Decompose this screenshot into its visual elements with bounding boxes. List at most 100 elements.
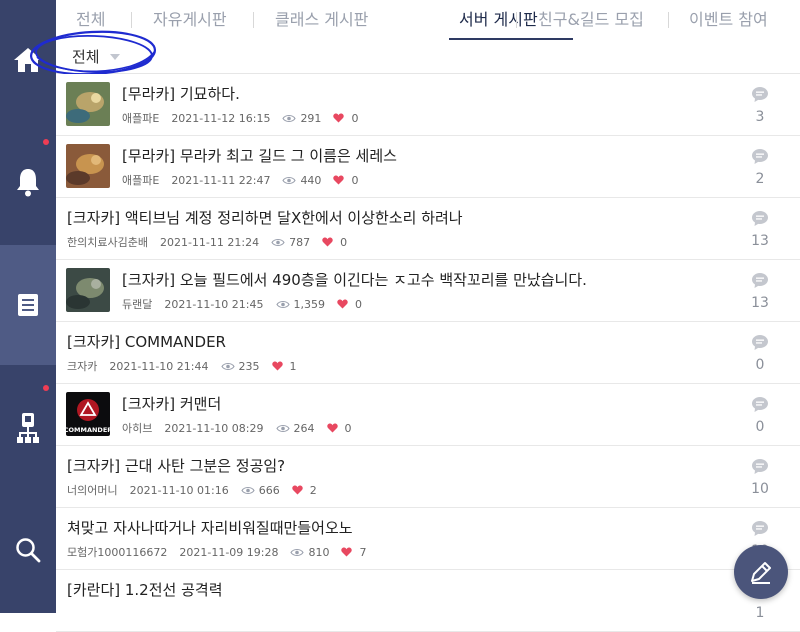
view-count: 264 [293, 421, 315, 435]
post-meta: 크자카 2021-11-10 21:44 235 1 [67, 358, 297, 374]
chevron-down-icon [109, 53, 120, 60]
post-row[interactable]: COMMANDER [크자카] 커맨더아히브 2021-11-10 08:29 264… [56, 384, 800, 446]
post-author[interactable]: 크자카 [67, 358, 97, 374]
post-author[interactable]: 한의치료사김춘배 [67, 234, 148, 250]
post-date: 2021-11-10 08:29 [164, 421, 264, 435]
tab-divider [668, 12, 669, 28]
comment-count: 2 [755, 171, 765, 187]
tab-divider [516, 12, 517, 28]
tab-divider [253, 12, 254, 28]
heart-icon [326, 423, 338, 433]
comment-icon [752, 397, 768, 412]
post-thumbnail [66, 268, 110, 312]
post-author[interactable]: 애플파E [122, 172, 159, 188]
post-title[interactable]: [무라카] 기묘하다. [122, 83, 240, 104]
post-thumbnail [66, 144, 110, 188]
search-button[interactable] [0, 490, 56, 610]
post-title[interactable]: [크자카] COMMANDER [67, 331, 226, 352]
notification-button[interactable] [0, 122, 56, 242]
tab-event[interactable]: 이벤트 참여 [689, 0, 768, 40]
post-author[interactable]: 애플파E [122, 110, 159, 126]
heart-icon [271, 361, 283, 371]
board-button[interactable] [0, 245, 56, 365]
comment-count: 13 [751, 295, 769, 311]
tab-divider [131, 12, 132, 28]
comment-count: 1 [755, 605, 765, 621]
post-row[interactable]: [크자카] 근대 사탄 그분은 정공임? 너의어머니 2021-11-10 01:1… [56, 446, 800, 508]
comment-count-block: 13 [746, 272, 774, 311]
comment-count-block: 0 [746, 334, 774, 373]
post-thumbnail: COMMANDER [66, 392, 110, 436]
comment-icon [752, 211, 768, 226]
post-meta: 듀랜달 2021-11-10 21:45 1,359 0 [122, 296, 362, 312]
comment-count: 10 [751, 481, 769, 497]
heart-icon [333, 113, 345, 123]
eye-icon [275, 424, 290, 432]
tab-all[interactable]: 전체 [76, 0, 105, 40]
post-row[interactable]: [크자카] 오늘 필드에서 490층을 이긴다는 ㅈ고수 백작꼬리를 만났습니다… [56, 260, 800, 322]
post-date: 2021-11-11 21:24 [159, 235, 260, 249]
comment-count: 0 [755, 419, 765, 435]
like-count: 7 [359, 545, 367, 559]
comment-icon [752, 273, 768, 288]
eye-icon [290, 548, 305, 556]
bell-icon [17, 169, 39, 197]
post-title[interactable]: [무라카] 무라카 최고 길드 그 이름은 세레스 [122, 145, 397, 166]
post-author[interactable]: 아히브 [122, 420, 152, 436]
comment-icon [752, 459, 768, 474]
eye-icon [282, 176, 297, 184]
heart-icon [337, 299, 348, 309]
tab-friend-guild[interactable]: 친구&길드 모집 [538, 0, 644, 40]
post-row[interactable]: 쳐맞고 자사나따거나 자리비워질때만들어오노모험가1000116672 2021-… [56, 508, 800, 570]
tab-class-board[interactable]: 클래스 게시판 [275, 0, 368, 40]
post-row[interactable]: [무라카] 기묘하다. 애플파E 2021-11-12 16:15 291 0 3 [56, 74, 800, 136]
guild-button[interactable] [0, 368, 56, 488]
home-button[interactable] [0, 0, 56, 120]
post-row[interactable]: [카란다] 1.2전선 공격력 1 [56, 570, 800, 632]
notification-dot [43, 139, 49, 145]
post-title[interactable]: [크자카] 액티브님 계정 정리하면 달X한에서 이상한소리 하려나 [67, 207, 463, 228]
post-author[interactable]: 모험가1000116672 [67, 544, 167, 560]
post-author[interactable]: 듀랜달 [122, 296, 152, 312]
post-title[interactable]: [카란다] 1.2전선 공격력 [67, 579, 223, 600]
post-meta: 너의어머니 2021-11-10 01:16 666 2 [67, 482, 317, 498]
heart-icon [322, 237, 333, 247]
view-count: 810 [308, 545, 330, 559]
view-count: 1,359 [293, 297, 326, 311]
post-thumbnail [66, 82, 110, 126]
post-title[interactable]: [크자카] 오늘 필드에서 490층을 이긴다는 ㅈ고수 백작꼬리를 만났습니다… [122, 269, 587, 290]
post-meta: 한의치료사김춘배 2021-11-11 21:24 787 0 [67, 234, 347, 250]
category-filter-dropdown[interactable]: 전체 [72, 46, 120, 67]
write-post-button[interactable] [734, 545, 788, 599]
tab-free-board[interactable]: 자유게시판 [153, 0, 227, 40]
view-count: 440 [300, 173, 322, 187]
post-meta: 애플파E 2021-11-12 16:15 291 0 [122, 110, 358, 126]
like-count: 0 [351, 173, 359, 187]
post-row[interactable]: [크자카] 액티브님 계정 정리하면 달X한에서 이상한소리 하려나한의치료사김… [56, 198, 800, 260]
post-date: 2021-11-10 21:44 [109, 359, 209, 373]
guild-tree-icon [17, 413, 39, 443]
post-date: 2021-11-12 16:15 [171, 111, 271, 125]
comment-count: 3 [755, 109, 765, 125]
post-row[interactable]: [무라카] 무라카 최고 길드 그 이름은 세레스 애플파E 2021-11-11 … [56, 136, 800, 198]
post-meta: 애플파E 2021-11-11 22:47 440 0 [122, 172, 358, 188]
view-count: 291 [300, 111, 322, 125]
post-title[interactable]: [크자카] 커맨더 [122, 393, 221, 414]
post-title[interactable]: 쳐맞고 자사나따거나 자리비워질때만들어오노 [67, 517, 353, 538]
board-tabs: 전체 자유게시판 클래스 게시판 서버 게시판 친구&길드 모집 이벤트 참여 [56, 0, 800, 41]
heart-icon [292, 485, 303, 495]
post-meta: 모험가1000116672 2021-11-09 19:28 810 7 [67, 544, 366, 560]
post-date: 2021-11-09 19:28 [179, 545, 279, 559]
like-count: 0 [351, 111, 359, 125]
post-row[interactable]: [크자카] COMMANDER 크자카 2021-11-10 21:44 235 1 0 [56, 322, 800, 384]
eye-icon [220, 362, 235, 370]
comment-icon [752, 87, 768, 102]
like-count: 1 [289, 359, 297, 373]
like-count: 0 [340, 235, 348, 249]
post-author[interactable]: 너의어머니 [67, 482, 118, 498]
tab-server-board[interactable]: 서버 게시판 [459, 0, 538, 40]
comment-icon [752, 149, 768, 164]
post-title[interactable]: [크자카] 근대 사탄 그분은 정공임? [67, 455, 285, 476]
comment-icon [752, 521, 768, 536]
left-sidebar [0, 0, 56, 613]
